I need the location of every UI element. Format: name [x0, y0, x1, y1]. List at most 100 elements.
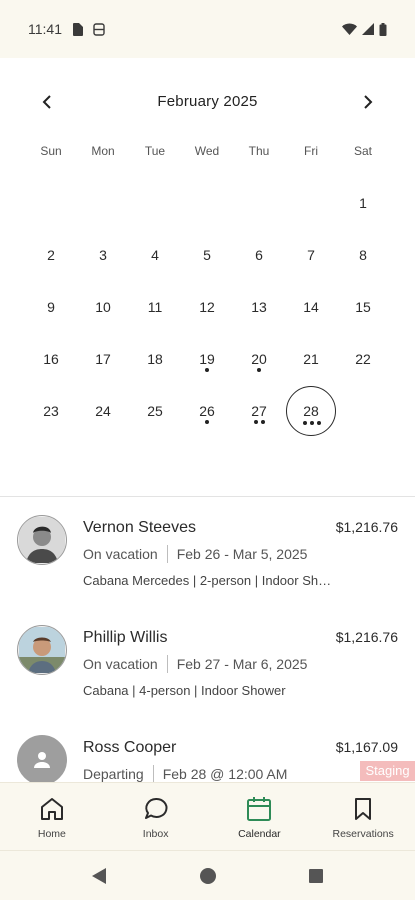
- calendar-day[interactable]: 8: [338, 230, 388, 280]
- calendar-day[interactable]: 5: [182, 230, 232, 280]
- reservation-item[interactable]: Ross Cooper $1,167.09 Departing Feb 28 @…: [0, 717, 415, 782]
- signal-icon: [362, 23, 374, 35]
- weekday-label: Mon: [91, 144, 115, 158]
- calendar-day[interactable]: 22: [338, 334, 388, 384]
- separator: [152, 765, 154, 782]
- calendar-day[interactable]: 21: [286, 334, 336, 384]
- reservation-status: On vacation: [83, 546, 158, 562]
- home-circle-icon: [200, 868, 216, 884]
- day-number: 1: [359, 195, 367, 211]
- day-number: 7: [307, 247, 315, 263]
- next-month-button[interactable]: [353, 88, 383, 116]
- weekday-row: Sun Mon Tue Wed Thu Fri Sat: [0, 144, 415, 160]
- weekday-label: Tue: [144, 144, 166, 158]
- weekday-label: Wed: [194, 144, 220, 158]
- calendar-day[interactable]: 19: [182, 334, 232, 384]
- calendar-day-selected[interactable]: 28: [286, 386, 336, 436]
- day-number: 18: [147, 351, 163, 367]
- calendar-day[interactable]: 25: [130, 386, 180, 436]
- calendar-day[interactable]: 11: [130, 282, 180, 332]
- bottom-nav: Home Inbox Calendar Reservations: [0, 782, 415, 850]
- event-dots: [234, 420, 284, 424]
- back-button[interactable]: [88, 865, 110, 887]
- nav-reservations[interactable]: Reservations: [311, 783, 415, 850]
- chevron-right-icon: [364, 95, 373, 109]
- sim-card-icon: [72, 22, 83, 36]
- calendar-day[interactable]: 2: [26, 230, 76, 280]
- calendar-day[interactable]: 16: [26, 334, 76, 384]
- day-number: 12: [199, 299, 215, 315]
- day-number: 5: [203, 247, 211, 263]
- unit-description: Cabana | 4-person | Indoor Shower: [83, 683, 286, 698]
- nav-calendar[interactable]: Calendar: [208, 783, 312, 850]
- day-number: 11: [147, 299, 163, 315]
- calendar-day[interactable]: 26: [182, 386, 232, 436]
- calendar-day[interactable]: 12: [182, 282, 232, 332]
- bookmark-icon: [349, 795, 377, 823]
- calendar-day[interactable]: 27: [234, 386, 284, 436]
- day-number: 23: [43, 403, 59, 419]
- day-number: 10: [95, 299, 111, 315]
- event-dot: [253, 420, 258, 424]
- reservation-item[interactable]: Vernon Steeves $1,216.76 On vacation Feb…: [0, 497, 415, 607]
- calendar-day[interactable]: 3: [78, 230, 128, 280]
- event-dot: [317, 421, 321, 425]
- day-number: 26: [199, 403, 215, 419]
- day-number: 8: [359, 247, 367, 263]
- calendar-day[interactable]: 7: [286, 230, 336, 280]
- day-number: 24: [95, 403, 111, 419]
- month-title: February 2025: [157, 92, 258, 110]
- calendar-day[interactable]: 9: [26, 282, 76, 332]
- day-number: 4: [151, 247, 159, 263]
- nav-inbox[interactable]: Inbox: [104, 783, 208, 850]
- calendar-day[interactable]: 23: [26, 386, 76, 436]
- event-dot: [310, 421, 314, 425]
- chevron-left-icon: [42, 95, 51, 109]
- nav-home[interactable]: Home: [0, 783, 104, 850]
- day-number: 2: [47, 247, 55, 263]
- calendar-day[interactable]: 13: [234, 282, 284, 332]
- guest-name: Vernon Steeves: [83, 519, 196, 536]
- reservation-status-line: On vacation Feb 27 - Mar 6, 2025: [83, 655, 307, 673]
- battery-icon: [379, 22, 387, 36]
- person-icon: [34, 752, 50, 768]
- calendar-day[interactable]: 24: [78, 386, 128, 436]
- calendar-day[interactable]: 17: [78, 334, 128, 384]
- home-button[interactable]: [197, 865, 219, 887]
- reservation-price: $1,216.76: [335, 629, 398, 645]
- event-dot: [205, 420, 209, 424]
- reservation-status: On vacation: [83, 656, 158, 672]
- weekday-label: Sat: [353, 144, 372, 158]
- calendar-day[interactable]: 4: [130, 230, 180, 280]
- calendar-day[interactable]: 14: [286, 282, 336, 332]
- recents-square-icon: [309, 869, 323, 883]
- event-dot: [260, 420, 265, 424]
- avatar: [17, 735, 67, 782]
- reservation-dates: Feb 26 - Mar 5, 2025: [176, 546, 308, 562]
- day-number: 22: [355, 351, 371, 367]
- guest-name: Phillip Willis: [83, 629, 168, 646]
- event-dots: [287, 421, 337, 425]
- day-number: 27: [251, 403, 267, 419]
- previous-month-button[interactable]: [32, 88, 62, 116]
- day-number: 13: [251, 299, 267, 315]
- wifi-icon: [342, 23, 357, 35]
- calendar-day[interactable]: 20: [234, 334, 284, 384]
- calendar-day[interactable]: 1: [338, 178, 388, 228]
- day-number: 3: [99, 247, 107, 263]
- calendar-day[interactable]: 6: [234, 230, 284, 280]
- calendar-day[interactable]: 18: [130, 334, 180, 384]
- calendar-day[interactable]: 15: [338, 282, 388, 332]
- reservation-price: $1,216.76: [335, 519, 398, 535]
- home-icon: [38, 795, 66, 823]
- weekday-label: Thu: [248, 144, 270, 158]
- nav-label: Inbox: [142, 828, 169, 840]
- calendar-day[interactable]: 10: [78, 282, 128, 332]
- avatar: [17, 515, 67, 565]
- chat-bubble-icon: [142, 795, 170, 823]
- guest-name: Ross Cooper: [83, 739, 177, 756]
- recents-button[interactable]: [305, 865, 327, 887]
- reservation-item[interactable]: Phillip Willis $1,216.76 On vacation Feb…: [0, 607, 415, 717]
- weekday-label: Sun: [40, 144, 62, 158]
- weekday-label: Fri: [304, 144, 318, 158]
